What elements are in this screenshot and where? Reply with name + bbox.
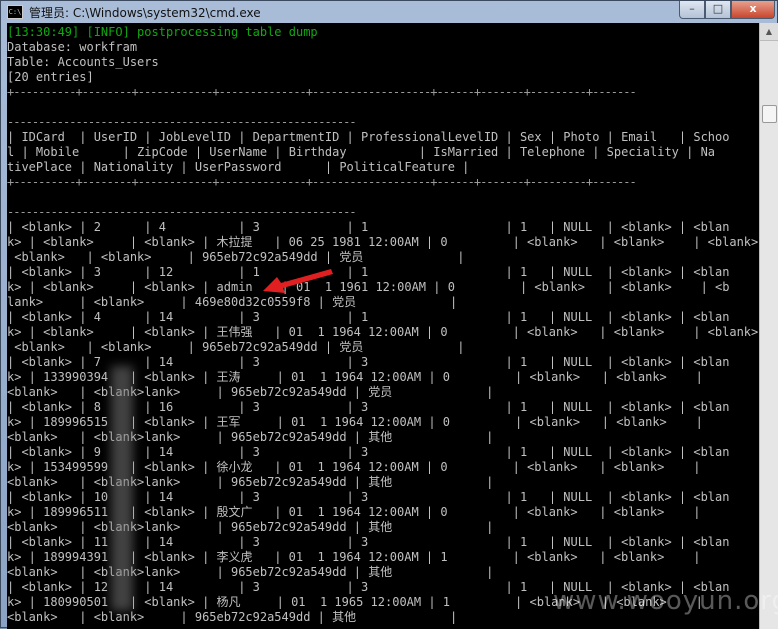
- minimize-button[interactable]: –: [679, 1, 705, 19]
- console-line: <blank> | <blank>lank> | 965eb72c92a549d…: [7, 520, 494, 534]
- console-line: +----------+--------+------------+------…: [7, 85, 637, 99]
- console-line: <blank> | <blank>lank> | 965eb72c92a549d…: [7, 385, 494, 399]
- console-line: l | Mobile | ZipCode | UserName | Birthd…: [7, 145, 716, 159]
- console-line: <blank> | <blank>lank> | 965eb72c92a549d…: [7, 565, 494, 579]
- cmd-window: C:\ 管理员: C:\Windows\system32\cmd.exe – □…: [0, 0, 778, 629]
- console-line: [20 entries]: [7, 70, 94, 84]
- console-line: | <blank> | 2 | 4 | 3 | 1 | 1 | NULL | <…: [7, 220, 730, 234]
- console-line: k> | <blank> | <blank> | 王伟强 | 01 1 1964…: [7, 325, 759, 339]
- cmd-app-icon[interactable]: C:\: [7, 5, 23, 19]
- console-line: [13:30:49] [INFO] postprocessing table d…: [7, 25, 318, 39]
- console-line: <blank> | <blank> | 965eb72c92a549dd | 党…: [7, 250, 465, 264]
- console-line: | <blank> | 4 | 14 | 3 | 1 | 1 | NULL | …: [7, 310, 730, 324]
- console-line: <blank> | <blank>lank> | 965eb72c92a549d…: [7, 430, 494, 444]
- watermark-text: www.wooyun.org: [553, 586, 778, 616]
- console-line: ----------------------------------------…: [7, 115, 357, 129]
- console-line: Table: Accounts_Users: [7, 55, 159, 69]
- console-line: k> | <blank> | <blank> | admin | 01 1 19…: [7, 280, 730, 294]
- redaction-blur: [111, 366, 133, 611]
- vertical-scrollbar[interactable]: ▲: [759, 23, 778, 629]
- window-controls: – □ x: [679, 1, 775, 19]
- console-line: tivePlace | Nationality | UserPassword |…: [7, 160, 470, 174]
- console-line: Database: workfram: [7, 40, 138, 54]
- maximize-button[interactable]: □: [705, 1, 731, 19]
- console-line: | <blank> | 3 | 12 | 1 | 1 | 1 | NULL | …: [7, 265, 730, 279]
- console-line: ----------------------------------------…: [7, 205, 357, 219]
- console-line: <blank> | <blank> | 965eb72c92a549dd | 其…: [7, 610, 458, 624]
- title-bar[interactable]: C:\ 管理员: C:\Windows\system32\cmd.exe – □…: [1, 1, 777, 23]
- console-line: k> | <blank> | <blank> | 木拉提 | 06 25 198…: [7, 235, 759, 249]
- scroll-up-icon[interactable]: ▲: [760, 23, 778, 41]
- console-line: <blank> | <blank>lank> | 965eb72c92a549d…: [7, 475, 494, 489]
- console-line: lank> | <blank> | 469e80d32c0559f8 | 党员 …: [7, 295, 458, 309]
- close-button[interactable]: x: [731, 1, 775, 19]
- console-line: | IDCard | UserID | JobLevelID | Departm…: [7, 130, 730, 144]
- console-line: <blank> | <blank> | 965eb72c92a549dd | 党…: [7, 340, 465, 354]
- scroll-thumb[interactable]: [762, 105, 777, 123]
- console-line: +----------+--------+------------+------…: [7, 175, 637, 189]
- window-title: 管理员: C:\Windows\system32\cmd.exe: [29, 5, 261, 20]
